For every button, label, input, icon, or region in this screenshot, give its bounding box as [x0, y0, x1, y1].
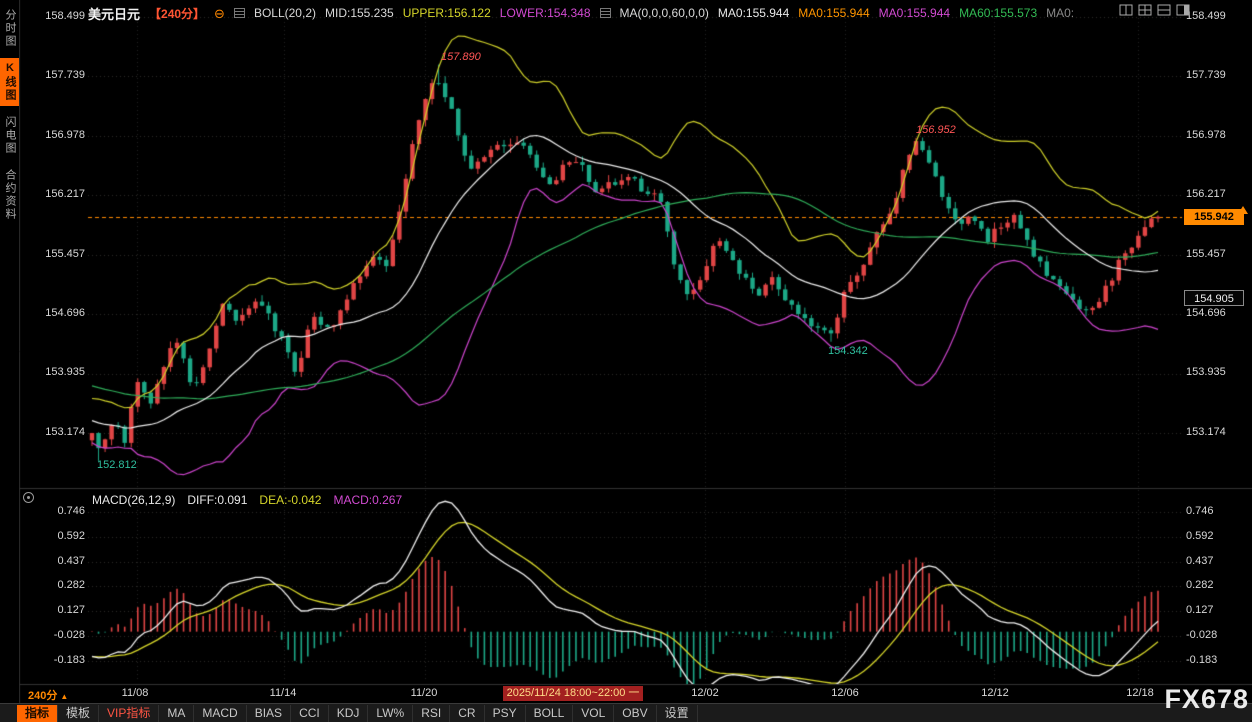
period-label[interactable]: 【240分】	[149, 5, 205, 22]
price-tick: 153.935	[30, 366, 85, 378]
ma-label: MA(0,0,0,60,0,0)	[620, 6, 709, 20]
window-layout-icons	[1119, 4, 1190, 16]
price-tick: 155.457	[1186, 248, 1244, 260]
macd-tick: 0.746	[30, 505, 85, 517]
last-price-tag: 155.942	[1184, 209, 1244, 225]
macd-tick: 0.437	[1186, 555, 1244, 567]
indicator-panel-toggle-icon[interactable]	[23, 492, 34, 503]
tab-lw[interactable]: LW%	[368, 705, 413, 722]
latest-price-marker-icon[interactable]	[1238, 206, 1248, 214]
x-date: 11/08	[113, 687, 157, 699]
layout-single-icon[interactable]	[1119, 4, 1133, 16]
main-chart-canvas[interactable]	[0, 0, 1252, 722]
x-date: 12/02	[683, 687, 727, 699]
sidebar-item-contract-info[interactable]: 合约资料	[0, 165, 19, 225]
boll-lower-value: LOWER:154.348	[500, 6, 591, 20]
price-tick: 156.978	[1186, 129, 1244, 141]
boll-label: BOLL(20,2)	[254, 6, 316, 20]
price-tick: 153.174	[1186, 426, 1244, 438]
price-tick: 158.499	[30, 10, 85, 22]
macd-macd-value: MACD:0.267	[333, 493, 402, 507]
price-tick: 154.696	[30, 307, 85, 319]
tab-vip[interactable]: VIP指标	[99, 705, 159, 722]
chevron-up-icon: ▲	[60, 692, 68, 701]
x-date: 12/12	[973, 687, 1017, 699]
annotation-high: 157.890	[441, 51, 481, 63]
price-tick: 154.696	[1186, 307, 1244, 319]
macd-tick: 0.127	[1186, 604, 1244, 616]
price-tick: 157.739	[30, 69, 85, 81]
x-date: 12/06	[823, 687, 867, 699]
layout-hsplit-icon[interactable]	[1157, 4, 1171, 16]
price-tick: 153.935	[1186, 366, 1244, 378]
ma0-value-4: MA0:	[1046, 6, 1074, 20]
boll-settings-icon[interactable]	[234, 8, 245, 18]
price-tick: 156.217	[30, 188, 85, 200]
macd-tick: 0.746	[1186, 505, 1244, 517]
tab-obv[interactable]: OBV	[614, 705, 656, 722]
fx678-watermark: FX678	[1164, 684, 1249, 715]
price-tick: 158.499	[1186, 10, 1244, 22]
macd-tick: 0.592	[1186, 530, 1244, 542]
boll-upper-value: UPPER:156.122	[403, 6, 491, 20]
tab-cci[interactable]: CCI	[291, 705, 329, 722]
layout-grid-icon[interactable]	[1138, 4, 1152, 16]
price-tick: 157.739	[1186, 69, 1244, 81]
ma60-value: MA60:155.573	[959, 6, 1037, 20]
ma-settings-icon[interactable]	[600, 8, 611, 18]
macd-tick: -0.183	[1186, 654, 1244, 666]
macd-tick: -0.028	[30, 629, 85, 641]
symbol-title: 美元日元	[88, 4, 140, 23]
layout-vsplit-icon[interactable]	[1176, 4, 1190, 16]
tab-template[interactable]: 模板	[58, 705, 99, 722]
tab-ma[interactable]: MA	[159, 705, 194, 722]
price-tick: 156.217	[1186, 188, 1244, 200]
macd-tick: -0.183	[30, 654, 85, 666]
macd-tick: 0.282	[30, 579, 85, 591]
annotation-secondary-high: 156.952	[916, 124, 956, 136]
tab-cr[interactable]: CR	[450, 705, 484, 722]
boll-mid-value: MID:155.235	[325, 6, 394, 20]
tab-vol[interactable]: VOL	[573, 705, 614, 722]
macd-tick: 0.592	[30, 530, 85, 542]
price-tick: 153.174	[30, 426, 85, 438]
toolbar: 美元日元 【240分】 ⊖ BOLL(20,2) MID:155.235 UPP…	[88, 0, 1074, 26]
ma0-value-2: MA0:155.944	[798, 6, 869, 20]
sidebar-item-tickchart[interactable]: 闪电图	[0, 112, 19, 159]
annotation-pullback-low: 154.342	[828, 345, 868, 357]
ma0-value-1: MA0:155.944	[718, 6, 789, 20]
selected-candle-time-badge: 2025/11/24 18:00~22:00 一	[503, 686, 643, 701]
tab-macd[interactable]: MACD	[194, 705, 246, 722]
tab-settings[interactable]: 设置	[657, 705, 698, 722]
prev-close-tag: 154.905	[1184, 290, 1244, 306]
macd-dea-value: DEA:-0.042	[259, 493, 321, 507]
tab-kdj[interactable]: KDJ	[329, 705, 369, 722]
price-tick: 156.978	[30, 129, 85, 141]
x-date: 11/20	[402, 687, 446, 699]
macd-header: MACD(26,12,9) DIFF:0.091 DEA:-0.042 MACD…	[92, 493, 402, 507]
macd-diff-value: DIFF:0.091	[187, 493, 247, 507]
macd-tick: 0.127	[30, 604, 85, 616]
macd-tick: 0.282	[1186, 579, 1244, 591]
sidebar: 分时图 K线图 闪电图 合约资料	[0, 0, 19, 722]
tab-rsi[interactable]: RSI	[413, 705, 450, 722]
ma0-value-3: MA0:155.944	[879, 6, 950, 20]
macd-title: MACD(26,12,9)	[92, 493, 175, 507]
x-date: 11/14	[261, 687, 305, 699]
period-selector[interactable]: 240分 ▲	[28, 687, 68, 703]
tab-indicator[interactable]: 指标	[17, 705, 58, 722]
zoom-out-icon[interactable]: ⊖	[214, 7, 225, 20]
macd-tick: -0.028	[1186, 629, 1244, 641]
annotation-low: 152.812	[97, 459, 137, 471]
sidebar-item-kline[interactable]: K线图	[0, 58, 19, 106]
indicator-tab-bar: 指标 模板 VIP指标 MA MACD BIAS CCI KDJ LW% RSI…	[0, 703, 1252, 722]
macd-tick: 0.437	[30, 555, 85, 567]
sidebar-item-timechart[interactable]: 分时图	[0, 5, 19, 52]
tab-bias[interactable]: BIAS	[247, 705, 291, 722]
tab-psy[interactable]: PSY	[485, 705, 526, 722]
x-date: 12/18	[1118, 687, 1162, 699]
price-tick: 155.457	[30, 248, 85, 260]
tab-boll[interactable]: BOLL	[526, 705, 574, 722]
